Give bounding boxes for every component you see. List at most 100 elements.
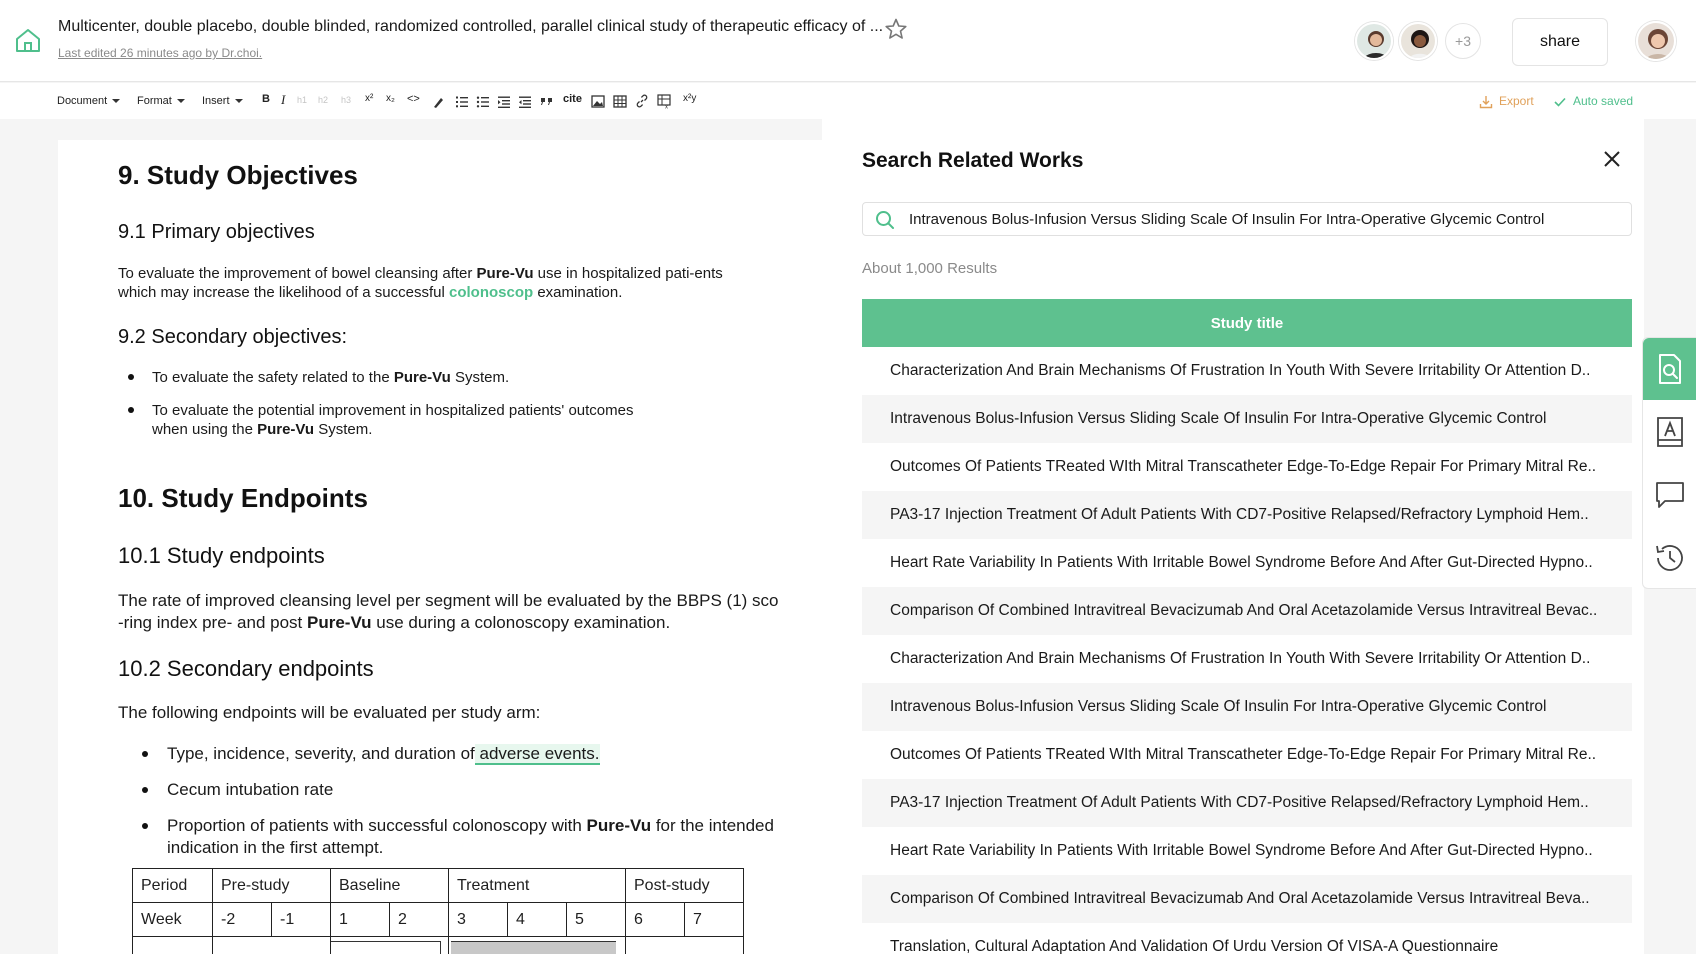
share-button[interactable]: share xyxy=(1512,18,1608,66)
heading2-button[interactable]: h2 xyxy=(318,95,328,105)
subsection-heading: 9.2 Secondary objectives: xyxy=(118,326,348,348)
result-row[interactable]: Intravenous Bolus-Infusion Versus Slidin… xyxy=(862,395,1632,443)
section-heading: 10. Study Endpoints xyxy=(118,483,368,513)
formula-button[interactable]: x²y xyxy=(683,93,696,104)
search-box[interactable] xyxy=(862,202,1632,236)
heading3-button[interactable]: h3 xyxy=(341,95,351,105)
table-icon[interactable] xyxy=(613,95,627,108)
insert-menu[interactable]: Insert xyxy=(202,95,243,107)
study-schedule-table: Period Pre-study Baseline Treatment Post… xyxy=(132,868,744,954)
result-row[interactable]: Translation, Cultural Adaptation And Val… xyxy=(862,923,1632,954)
subsection-heading: 10.2 Secondary endpoints xyxy=(118,656,374,681)
home-icon[interactable] xyxy=(14,26,42,54)
list-item: To evaluate the safety related to the Pu… xyxy=(152,368,792,387)
highlighter-icon[interactable] xyxy=(432,95,446,109)
more-collaborators-count[interactable]: +3 xyxy=(1445,23,1481,59)
subscript-button[interactable]: x₂ xyxy=(386,93,395,104)
special-character-icon[interactable]: x xyxy=(657,94,673,109)
app-header: Multicenter, double placebo, double blin… xyxy=(0,0,1696,82)
text-run: Type, incidence, severity, and duration … xyxy=(167,744,475,763)
collaborator-avatar[interactable] xyxy=(1399,22,1437,60)
indent-icon[interactable] xyxy=(497,95,511,109)
bullet-point xyxy=(128,407,134,413)
close-icon[interactable] xyxy=(1602,149,1622,169)
table-row xyxy=(132,936,744,954)
image-icon[interactable] xyxy=(591,95,605,108)
table-row: Period Pre-study Baseline Treatment Post… xyxy=(132,868,744,903)
result-row[interactable]: Comparison Of Combined Intravitreal Beva… xyxy=(862,875,1632,923)
list-item: Proportion of patients with successful c… xyxy=(167,815,817,859)
text-run: -ring index pre- and post xyxy=(118,613,307,632)
result-row[interactable]: Characterization And Brain Mechanisms Of… xyxy=(862,347,1632,395)
list-item: Type, incidence, severity, and duration … xyxy=(167,743,787,765)
table-cell xyxy=(448,936,626,954)
quote-icon[interactable] xyxy=(540,94,554,108)
history-tab[interactable] xyxy=(1643,527,1696,589)
caret-down-icon xyxy=(234,99,243,104)
result-row[interactable]: Outcomes Of Patients TReated WIth Mitral… xyxy=(862,443,1632,491)
text-style-tab[interactable] xyxy=(1643,401,1696,463)
search-works-tab[interactable] xyxy=(1643,338,1696,400)
search-input[interactable] xyxy=(909,203,1624,235)
document-menu[interactable]: Document xyxy=(57,95,121,107)
text-run: To evaluate the safety related to the xyxy=(152,369,394,386)
table-cell: 2 xyxy=(389,902,449,937)
result-row[interactable]: Characterization And Brain Mechanisms Of… xyxy=(862,635,1632,683)
search-related-works-panel: Search Related Works About 1,000 Results… xyxy=(822,119,1644,954)
inline-link[interactable]: colonoscop xyxy=(449,284,533,301)
export-icon[interactable] xyxy=(1479,95,1493,109)
cite-button[interactable]: cite xyxy=(563,93,582,105)
results-list: Characterization And Brain Mechanisms Of… xyxy=(862,347,1632,954)
bullet-point xyxy=(128,374,134,380)
star-icon[interactable] xyxy=(884,17,908,41)
collaborator-avatar[interactable] xyxy=(1355,22,1393,60)
table-cell: 5 xyxy=(566,902,626,937)
search-icon xyxy=(876,211,894,229)
format-menu[interactable]: Format xyxy=(137,95,185,107)
user-avatar[interactable] xyxy=(1636,21,1676,61)
column-header-study-title[interactable]: Study title xyxy=(862,299,1632,347)
paragraph: To evaluate the improvement of bowel cle… xyxy=(118,264,758,302)
svg-text:x: x xyxy=(665,105,668,110)
table-cell: 6 xyxy=(625,902,685,937)
text-run: which may increase the likelihood of a s… xyxy=(118,284,449,301)
export-button[interactable]: Export xyxy=(1499,94,1534,108)
result-row[interactable]: Comparison Of Combined Intravitreal Beva… xyxy=(862,587,1632,635)
table-cell: Treatment xyxy=(448,868,626,903)
editor-toolbar: Document Format Insert B I h1 h2 h3 x² x… xyxy=(0,83,1696,119)
table-cell: 3 xyxy=(448,902,508,937)
panel-title: Search Related Works xyxy=(862,149,1084,172)
brand-name: Pure-Vu xyxy=(476,265,534,282)
table-cell: -2 xyxy=(212,902,272,937)
code-button[interactable]: <> xyxy=(407,93,420,105)
text-run: use in hospitalized pati-ents xyxy=(533,265,723,282)
bullet-list-icon[interactable] xyxy=(476,95,490,109)
ordered-list-icon[interactable] xyxy=(455,95,469,109)
bold-button[interactable]: B xyxy=(262,93,270,105)
document-menu-label: Document xyxy=(57,95,108,107)
check-icon xyxy=(1554,97,1566,107)
result-row[interactable]: Intravenous Bolus-Infusion Versus Slidin… xyxy=(862,683,1632,731)
italic-button[interactable]: I xyxy=(281,92,285,108)
paragraph: The rate of improved cleansing level per… xyxy=(118,590,808,634)
highlighted-term[interactable]: adverse events. xyxy=(474,744,600,765)
table-cell xyxy=(212,936,331,954)
result-row[interactable]: Outcomes Of Patients TReated WIth Mitral… xyxy=(862,731,1632,779)
table-cell xyxy=(625,936,744,954)
superscript-button[interactable]: x² xyxy=(365,93,373,104)
result-row[interactable]: Heart Rate Variability In Patients With … xyxy=(862,539,1632,587)
comments-tab[interactable] xyxy=(1643,464,1696,526)
bullet-point xyxy=(142,751,148,757)
result-row[interactable]: PA3-17 Injection Treatment Of Adult Pati… xyxy=(862,779,1632,827)
result-row[interactable]: Heart Rate Variability In Patients With … xyxy=(862,827,1632,875)
document-title[interactable]: Multicenter, double placebo, double blin… xyxy=(58,18,883,36)
last-edited-link[interactable]: Last edited 26 minutes ago by Dr.choi. xyxy=(58,46,262,60)
brand-name: Pure-Vu xyxy=(257,421,315,438)
text-run: To evaluate the potential improvement in… xyxy=(152,402,634,419)
outdent-icon[interactable] xyxy=(518,95,532,109)
document-editor[interactable]: 9. Study Objectives 9.1 Primary objectiv… xyxy=(58,140,822,954)
result-row[interactable]: PA3-17 Injection Treatment Of Adult Pati… xyxy=(862,491,1632,539)
link-icon[interactable] xyxy=(635,94,649,108)
heading1-button[interactable]: h1 xyxy=(297,95,307,105)
table-cell xyxy=(132,936,213,954)
